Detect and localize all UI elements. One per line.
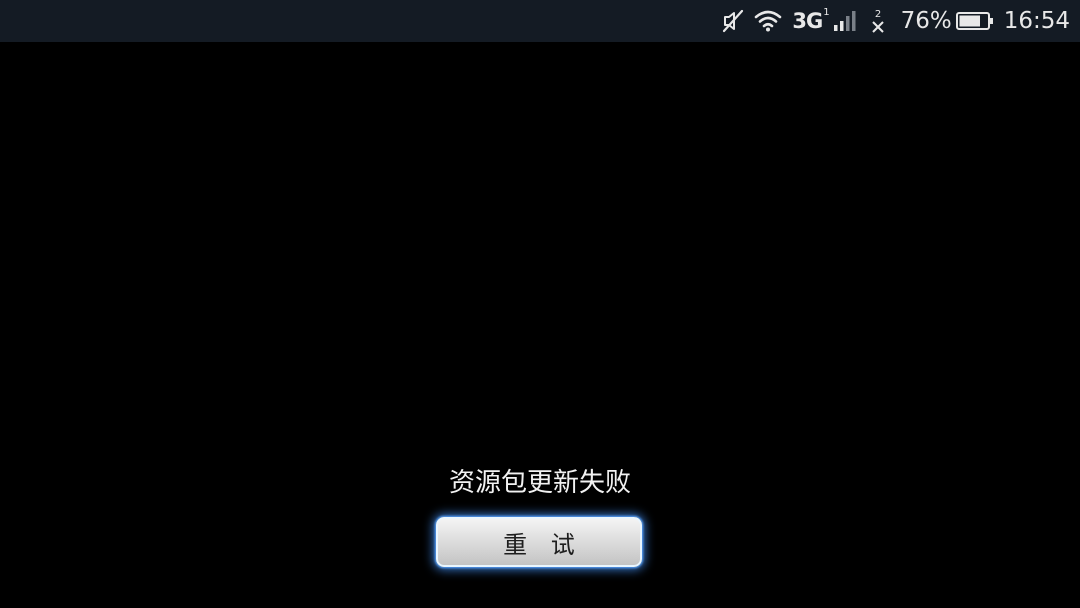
mute-icon — [722, 9, 744, 33]
sim1-label: 1 — [823, 6, 830, 18]
battery-percent: 76% — [900, 8, 952, 34]
signal-icon — [833, 10, 857, 32]
network-type-indicator: 3G 1 — [792, 6, 830, 34]
update-failed-message: 资源包更新失败 — [448, 468, 631, 498]
retry-button[interactable]: 重 试 — [436, 517, 642, 567]
wifi-icon — [754, 10, 782, 32]
status-bar: 3G 1 2 76% 16:54 — [0, 0, 1080, 42]
clock: 16:54 — [1003, 8, 1070, 34]
sim2-label: 2 — [874, 8, 882, 20]
retry-button-label: 重 试 — [503, 530, 583, 559]
network-type-label: 3G — [792, 9, 823, 33]
battery-icon — [955, 11, 994, 31]
game-screen: 3G 1 2 76% 16:54 资源包更新失败 重 试 — [0, 0, 1080, 608]
no-signal-icon: 2 — [871, 9, 885, 34]
